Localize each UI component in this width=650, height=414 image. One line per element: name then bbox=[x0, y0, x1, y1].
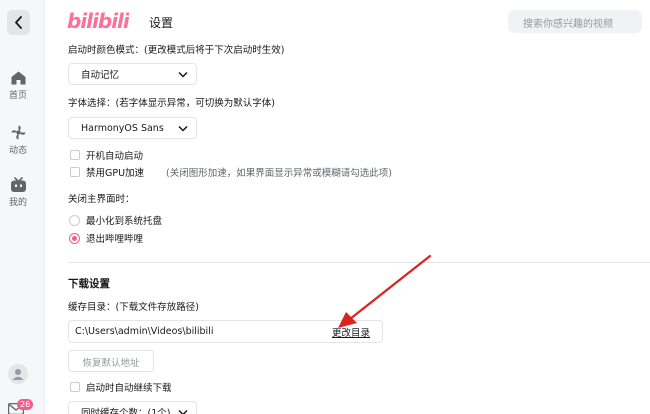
autostart-label: 开机自动启动 bbox=[86, 151, 144, 162]
sidebar: 首页 动态 我的 26 bbox=[0, 0, 45, 414]
cache-path-value: C:\Users\admin\Videos\bilibili bbox=[75, 326, 214, 337]
restore-default-path-button[interactable]: 恢复默认地址 bbox=[68, 350, 154, 372]
change-directory-link[interactable]: 更改目录 bbox=[332, 325, 370, 339]
radio-exit-app[interactable] bbox=[69, 233, 80, 244]
sidebar-item-label: 首页 bbox=[8, 91, 27, 101]
select-value: 同时缓存个数：(1个) bbox=[81, 408, 171, 414]
sidebar-item-label: 我的 bbox=[8, 198, 27, 208]
startup-color-select[interactable]: 自动记忆 bbox=[68, 63, 197, 85]
sidebar-item-mine[interactable]: 我的 bbox=[0, 177, 36, 208]
startup-color-label: 启动时颜色模式：(更改模式后将于下次启动时生效) bbox=[68, 45, 285, 56]
settings-content: 启动时颜色模式：(更改模式后将于下次启动时生效) 自动记忆 字体选择：(若字体显… bbox=[45, 44, 650, 414]
disable-gpu-hint: (关闭图形加速，如果界面显示异常或模糊请勾选此项) bbox=[166, 168, 392, 179]
select-value: HarmonyOS Sans bbox=[81, 122, 164, 134]
chevron-down-icon bbox=[178, 71, 188, 78]
autostart-checkbox[interactable] bbox=[70, 150, 80, 160]
chevron-down-icon bbox=[178, 409, 188, 414]
cache-dir-label: 缓存目录：(下载文件存放路径) bbox=[68, 302, 199, 313]
header: bilibili 设置 bbox=[45, 0, 650, 44]
radio-label: 退出哔哩哔哩 bbox=[86, 234, 144, 245]
radio-label: 最小化到系统托盘 bbox=[86, 216, 163, 227]
radio-minimize-to-tray[interactable] bbox=[69, 215, 80, 226]
home-icon bbox=[11, 71, 25, 85]
message-count-badge: 26 bbox=[17, 399, 34, 410]
auto-resume-download-checkbox[interactable] bbox=[70, 382, 80, 392]
tv-icon bbox=[10, 177, 26, 192]
svg-text:bilibili: bilibili bbox=[67, 9, 129, 33]
concurrent-downloads-select[interactable]: 同时缓存个数：(1个) bbox=[68, 401, 197, 414]
disable-gpu-label: 禁用GPU加速 bbox=[86, 168, 145, 179]
avatar[interactable] bbox=[8, 364, 28, 384]
chevron-down-icon bbox=[178, 125, 188, 132]
disable-gpu-checkbox[interactable] bbox=[70, 167, 80, 177]
back-button[interactable] bbox=[7, 10, 30, 35]
sidebar-item-label: 动态 bbox=[8, 146, 27, 156]
download-section-title: 下载设置 bbox=[68, 278, 110, 290]
search-input[interactable] bbox=[508, 10, 642, 33]
font-select[interactable]: HarmonyOS Sans bbox=[68, 117, 197, 139]
font-label: 字体选择：(若字体显示异常，可切换为默认字体) bbox=[68, 98, 275, 109]
chevron-left-icon bbox=[15, 16, 22, 29]
bilibili-logo[interactable]: bilibili bbox=[67, 7, 132, 39]
select-value: 自动记忆 bbox=[81, 70, 120, 81]
sidebar-item-dynamic[interactable]: 动态 bbox=[0, 124, 36, 156]
button-label: 恢复默认地址 bbox=[82, 358, 140, 369]
page-title: 设置 bbox=[149, 16, 174, 30]
section-divider bbox=[68, 262, 650, 263]
user-icon bbox=[12, 369, 24, 380]
sidebar-item-home[interactable]: 首页 bbox=[0, 70, 36, 101]
auto-resume-download-label: 启动时自动继续下载 bbox=[86, 383, 172, 394]
pinwheel-icon bbox=[11, 125, 25, 140]
close-behavior-label: 关闭主界面时： bbox=[68, 194, 135, 205]
